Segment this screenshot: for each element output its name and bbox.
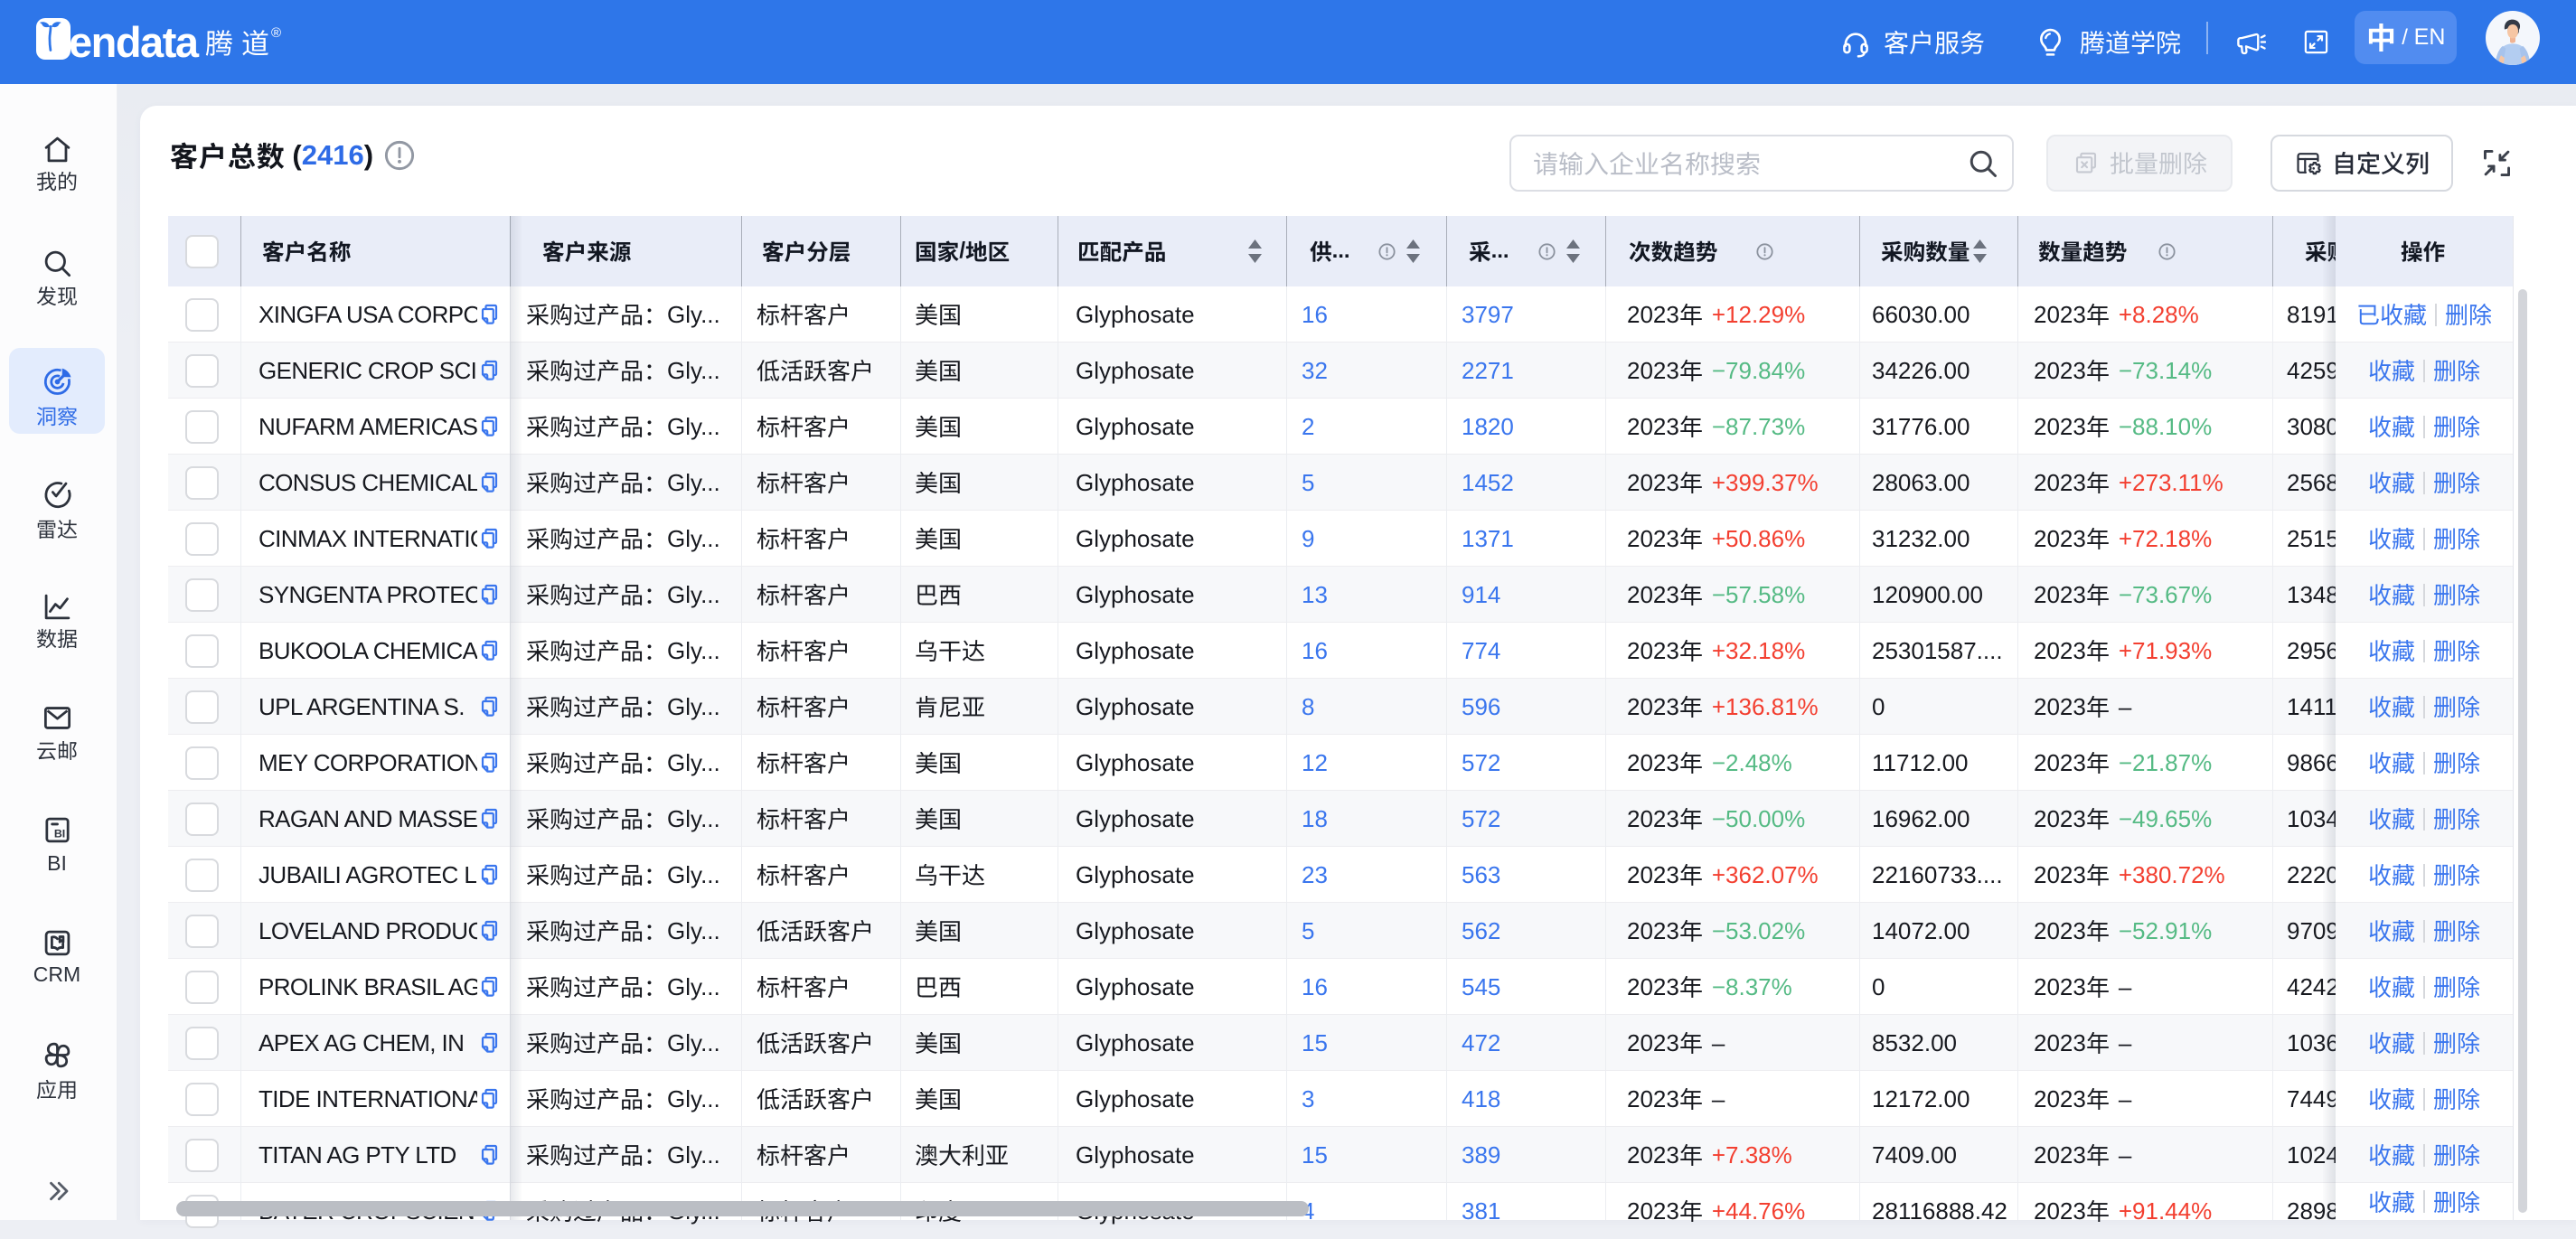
svg-text:BI: BI bbox=[54, 828, 65, 840]
